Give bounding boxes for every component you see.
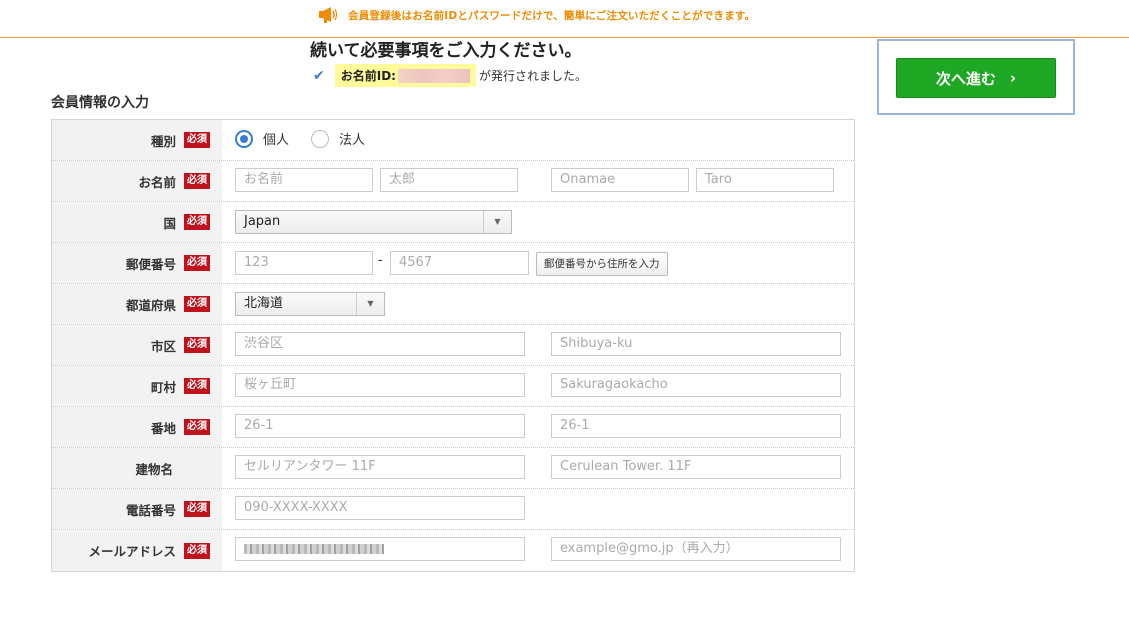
member-info-form: 種別 必須 個人 法人 お名前 必須 お名前 太郎 Onamae Taro 国 …	[51, 119, 855, 572]
masked-id	[397, 68, 470, 83]
required-badge: 必須	[184, 542, 210, 559]
chevron-right-icon: ›	[1009, 69, 1017, 87]
next-button[interactable]: 次へ進む ›	[896, 58, 1056, 98]
megaphone-icon	[319, 7, 338, 23]
required-badge: 必須	[184, 173, 210, 189]
masked-email	[244, 544, 384, 554]
row-email: メールアドレス 必須 example@gmo.jp（再入力）	[52, 530, 854, 571]
label-type: 種別 必須	[52, 120, 222, 160]
label-text: 国	[163, 215, 176, 231]
email-input[interactable]	[235, 537, 525, 561]
row-country: 国 必須 Japan ▼	[52, 202, 854, 243]
next-button-label: 次へ進む	[935, 69, 996, 88]
city-input[interactable]: 渋谷区	[235, 332, 525, 356]
building-input[interactable]: セルリアンタワー 11F	[235, 455, 525, 479]
id-issued-notice: ✔ お名前ID: が発行されました。	[313, 64, 587, 87]
label-email: メールアドレス 必須	[52, 530, 222, 571]
row-postal: 郵便番号 必須 123 - 4567 郵便番号から住所を入力	[52, 243, 854, 284]
checkmark-icon: ✔	[313, 67, 325, 84]
required-badge: 必須	[184, 214, 210, 230]
required-badge: 必須	[184, 419, 210, 435]
dropdown-arrow-icon: ▼	[483, 211, 511, 233]
row-prefecture: 都道府県 必須 北海道 ▼	[52, 284, 854, 325]
prefecture-select-value: 北海道	[244, 296, 284, 311]
row-type: 種別 必須 個人 法人	[52, 120, 854, 161]
label-prefecture: 都道府県 必須	[52, 284, 222, 324]
postal-code-first-input[interactable]: 123	[235, 251, 373, 275]
required-badge: 必須	[184, 296, 210, 312]
town-romaji-input[interactable]: Sakuragaokacho	[551, 373, 841, 397]
label-town: 町村 必須	[52, 366, 222, 406]
first-name-romaji-input[interactable]: Taro	[696, 168, 834, 192]
next-button-frame: 次へ進む ›	[877, 39, 1075, 115]
label-phone: 電話番号 必須	[52, 489, 222, 529]
dropdown-arrow-icon: ▼	[356, 293, 384, 315]
radio-label: 個人	[263, 133, 290, 148]
label-text: 郵便番号	[125, 256, 176, 272]
street-number-romaji-input[interactable]: 26-1	[551, 414, 841, 438]
label-building: 建物名	[52, 448, 222, 488]
top-banner: 会員登録後はお名前IDとパスワードだけで、簡単にご注文いただくことができます。	[0, 0, 1129, 38]
street-number-input[interactable]: 26-1	[235, 414, 525, 438]
required-badge: 必須	[184, 132, 210, 148]
label-text: 電話番号	[125, 502, 176, 518]
email-confirm-input[interactable]: example@gmo.jp（再入力）	[551, 537, 841, 561]
phone-input[interactable]: 090-XXXX-XXXX	[235, 496, 525, 520]
city-romaji-input[interactable]: Shibuya-ku	[551, 332, 841, 356]
radio-label: 法人	[339, 133, 366, 148]
label-text: お名前	[138, 174, 176, 190]
radio-circle-icon	[235, 129, 253, 148]
postal-code-second-input[interactable]: 4567	[390, 251, 529, 275]
row-town: 町村 必須 桜ヶ丘町 Sakuragaokacho	[52, 366, 854, 407]
section-title: 会員情報の入力	[51, 95, 149, 111]
label-name: お名前 必須	[52, 161, 222, 201]
required-badge: 必須	[184, 255, 210, 271]
label-postal: 郵便番号 必須	[52, 243, 222, 283]
required-badge: 必須	[184, 378, 210, 394]
label-city: 市区 必須	[52, 325, 222, 365]
label-text: 町村	[150, 379, 176, 395]
row-name: お名前 必須 お名前 太郎 Onamae Taro	[52, 161, 854, 202]
required-badge: 必須	[184, 501, 210, 517]
postal-dash: -	[378, 253, 383, 268]
town-input[interactable]: 桜ヶ丘町	[235, 373, 525, 397]
label-country: 国 必須	[52, 202, 222, 242]
label-text: メールアドレス	[88, 544, 176, 559]
row-address: 番地 必須 26-1 26-1	[52, 407, 854, 448]
row-phone: 電話番号 必須 090-XXXX-XXXX	[52, 489, 854, 530]
label-address: 番地 必須	[52, 407, 222, 447]
prefecture-select[interactable]: 北海道 ▼	[235, 292, 385, 316]
label-text: 市区	[150, 338, 176, 354]
required-badge: 必須	[184, 337, 210, 353]
id-label: お名前ID:	[340, 69, 396, 83]
country-select-value: Japan	[244, 214, 281, 229]
label-text: 種別	[150, 133, 176, 149]
label-text: 番地	[150, 420, 176, 436]
country-select[interactable]: Japan ▼	[235, 210, 512, 234]
id-issued-suffix: が発行されました。	[478, 69, 587, 83]
label-text: 建物名	[135, 461, 173, 477]
row-building: 建物名 セルリアンタワー 11F Cerulean Tower. 11F	[52, 448, 854, 489]
row-city: 市区 必須 渋谷区 Shibuya-ku	[52, 325, 854, 366]
last-name-input[interactable]: お名前	[235, 168, 373, 192]
label-text: 都道府県	[125, 297, 176, 313]
radio-individual[interactable]: 個人	[235, 129, 289, 148]
radio-circle-icon	[311, 129, 329, 148]
id-highlight: お名前ID:	[334, 64, 476, 87]
page-title: 続いて必要事項をご入力ください。	[310, 41, 582, 61]
first-name-input[interactable]: 太郎	[380, 168, 518, 192]
postal-lookup-button[interactable]: 郵便番号から住所を入力	[536, 252, 668, 276]
radio-corporate[interactable]: 法人	[311, 129, 365, 148]
banner-text: 会員登録後はお名前IDとパスワードだけで、簡単にご注文いただくことができます。	[348, 9, 756, 22]
building-romaji-input[interactable]: Cerulean Tower. 11F	[551, 455, 841, 479]
last-name-romaji-input[interactable]: Onamae	[551, 168, 689, 192]
